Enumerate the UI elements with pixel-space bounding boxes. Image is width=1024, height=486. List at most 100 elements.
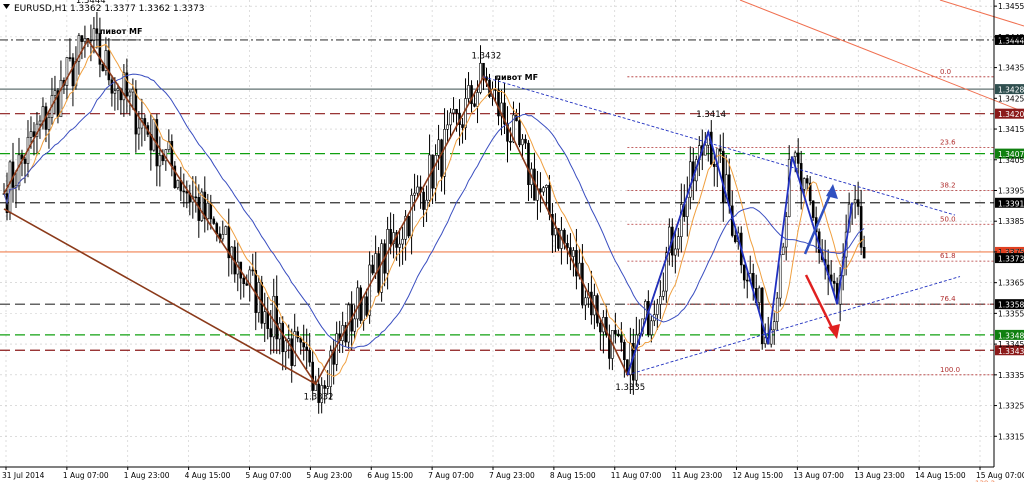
time-tick-label: 7 Aug 07:00 [428, 471, 474, 480]
candle-body [194, 196, 198, 199]
price-tick-label: 1.3445 [998, 33, 1024, 42]
candle-body [518, 120, 521, 146]
candle-body [308, 350, 311, 363]
candle-body [209, 202, 213, 220]
time-tick-label: 12 Aug 15:00 [733, 471, 784, 480]
candle-body [422, 191, 425, 210]
candle-body [635, 334, 638, 381]
candle-body [53, 90, 57, 96]
candle-body [566, 243, 569, 248]
candle-body [449, 112, 452, 126]
candle-body [689, 161, 692, 198]
candle-body [548, 184, 551, 215]
fib-level-label: 0.0 [940, 68, 951, 76]
candle-body [101, 64, 105, 71]
candle-body [853, 199, 857, 204]
candle-body [224, 226, 228, 235]
candle-body [398, 243, 401, 248]
candle-body [832, 280, 836, 284]
time-tick-label: 13 Aug 07:00 [793, 471, 844, 480]
pivot-label: пивот MF [100, 27, 143, 36]
candle-body [212, 218, 216, 224]
candle-body [464, 98, 467, 128]
candle-body [509, 140, 512, 143]
price-tick-label: 1.3365 [998, 279, 1024, 288]
candle-body [158, 154, 162, 167]
candle-body [275, 295, 279, 340]
time-tick-label: 4 Aug 15:00 [185, 471, 231, 480]
candle-body [23, 158, 27, 164]
candle-body [805, 178, 809, 184]
candle-body [113, 90, 117, 94]
price-annotation: 1.3414 [696, 110, 726, 120]
candle-body [368, 264, 371, 316]
candle-body [401, 238, 404, 245]
candle-body [377, 253, 380, 293]
candle-body [161, 154, 165, 162]
price-tick-label: 1.3345 [998, 340, 1024, 349]
candle-body [446, 124, 449, 130]
price-tick-label: 1.3355 [998, 309, 1024, 318]
candle-body [416, 186, 419, 194]
fib-level-label: 50.0 [940, 215, 956, 223]
fib-level-label: 23.6 [940, 138, 956, 146]
candle-body [284, 340, 288, 353]
price-tick-label: 1.3335 [998, 371, 1024, 380]
candle-body [802, 178, 806, 190]
candle-body [326, 386, 329, 389]
candle-body [811, 200, 815, 218]
candle-body [757, 287, 761, 303]
candle-body [68, 57, 72, 59]
candle-body [479, 62, 482, 93]
price-tick-label: 1.3425 [998, 94, 1024, 103]
candle-body [356, 287, 359, 320]
candle-body [542, 187, 545, 193]
candle-body [29, 131, 33, 138]
fib-level-label: 38.2 [940, 181, 956, 189]
candle-body [718, 148, 722, 152]
price-annotation: 1.3335 [615, 383, 645, 393]
candle-body [674, 248, 677, 256]
candle-body [742, 264, 746, 281]
candle-body [413, 192, 416, 196]
time-tick-label: 7 Aug 23:00 [489, 471, 535, 480]
candle-body [296, 331, 300, 339]
candle-body [323, 385, 326, 389]
candle-body [335, 333, 338, 365]
price-annotation: 1.3432 [472, 51, 502, 61]
candle-body [521, 138, 524, 146]
time-tick-label: 1 Aug 23:00 [124, 471, 170, 480]
candle-body [452, 109, 455, 114]
candle-body [473, 103, 476, 107]
price-tick-label: 1.3395 [998, 186, 1024, 195]
price-annotation: 1.3332 [304, 392, 334, 402]
candle-body [287, 338, 291, 342]
candle-body [620, 335, 623, 343]
time-tick-label: 11 Aug 07:00 [611, 471, 662, 480]
candle-body [440, 139, 443, 177]
candle-body [721, 150, 725, 203]
candle-body [71, 57, 75, 87]
candle-body [461, 124, 464, 128]
candle-body [206, 202, 210, 219]
candle-body [8, 161, 12, 213]
candle-body [796, 152, 800, 164]
candle-body [662, 290, 665, 297]
candle-body [353, 318, 356, 332]
candle-body [443, 128, 446, 177]
candle-body [497, 89, 500, 117]
candle-body [856, 199, 860, 207]
time-tick-label: 8 Aug 15:00 [550, 471, 596, 480]
candle-body [572, 250, 575, 257]
price-chart[interactable]: 0.023.638.250.061.876.4100.0138.2 1.3444… [0, 0, 1024, 486]
candle-body [775, 297, 779, 322]
time-tick-label: 6 Aug 15:00 [367, 471, 413, 480]
candle-body [131, 88, 135, 93]
candle-body [242, 277, 246, 285]
fib-level-label: 100.0 [940, 366, 960, 374]
time-tick-label: 5 Aug 07:00 [246, 471, 292, 480]
candle-body [781, 246, 785, 255]
candle-body [784, 216, 788, 248]
candle-body [703, 144, 707, 156]
candle-body [862, 246, 866, 259]
